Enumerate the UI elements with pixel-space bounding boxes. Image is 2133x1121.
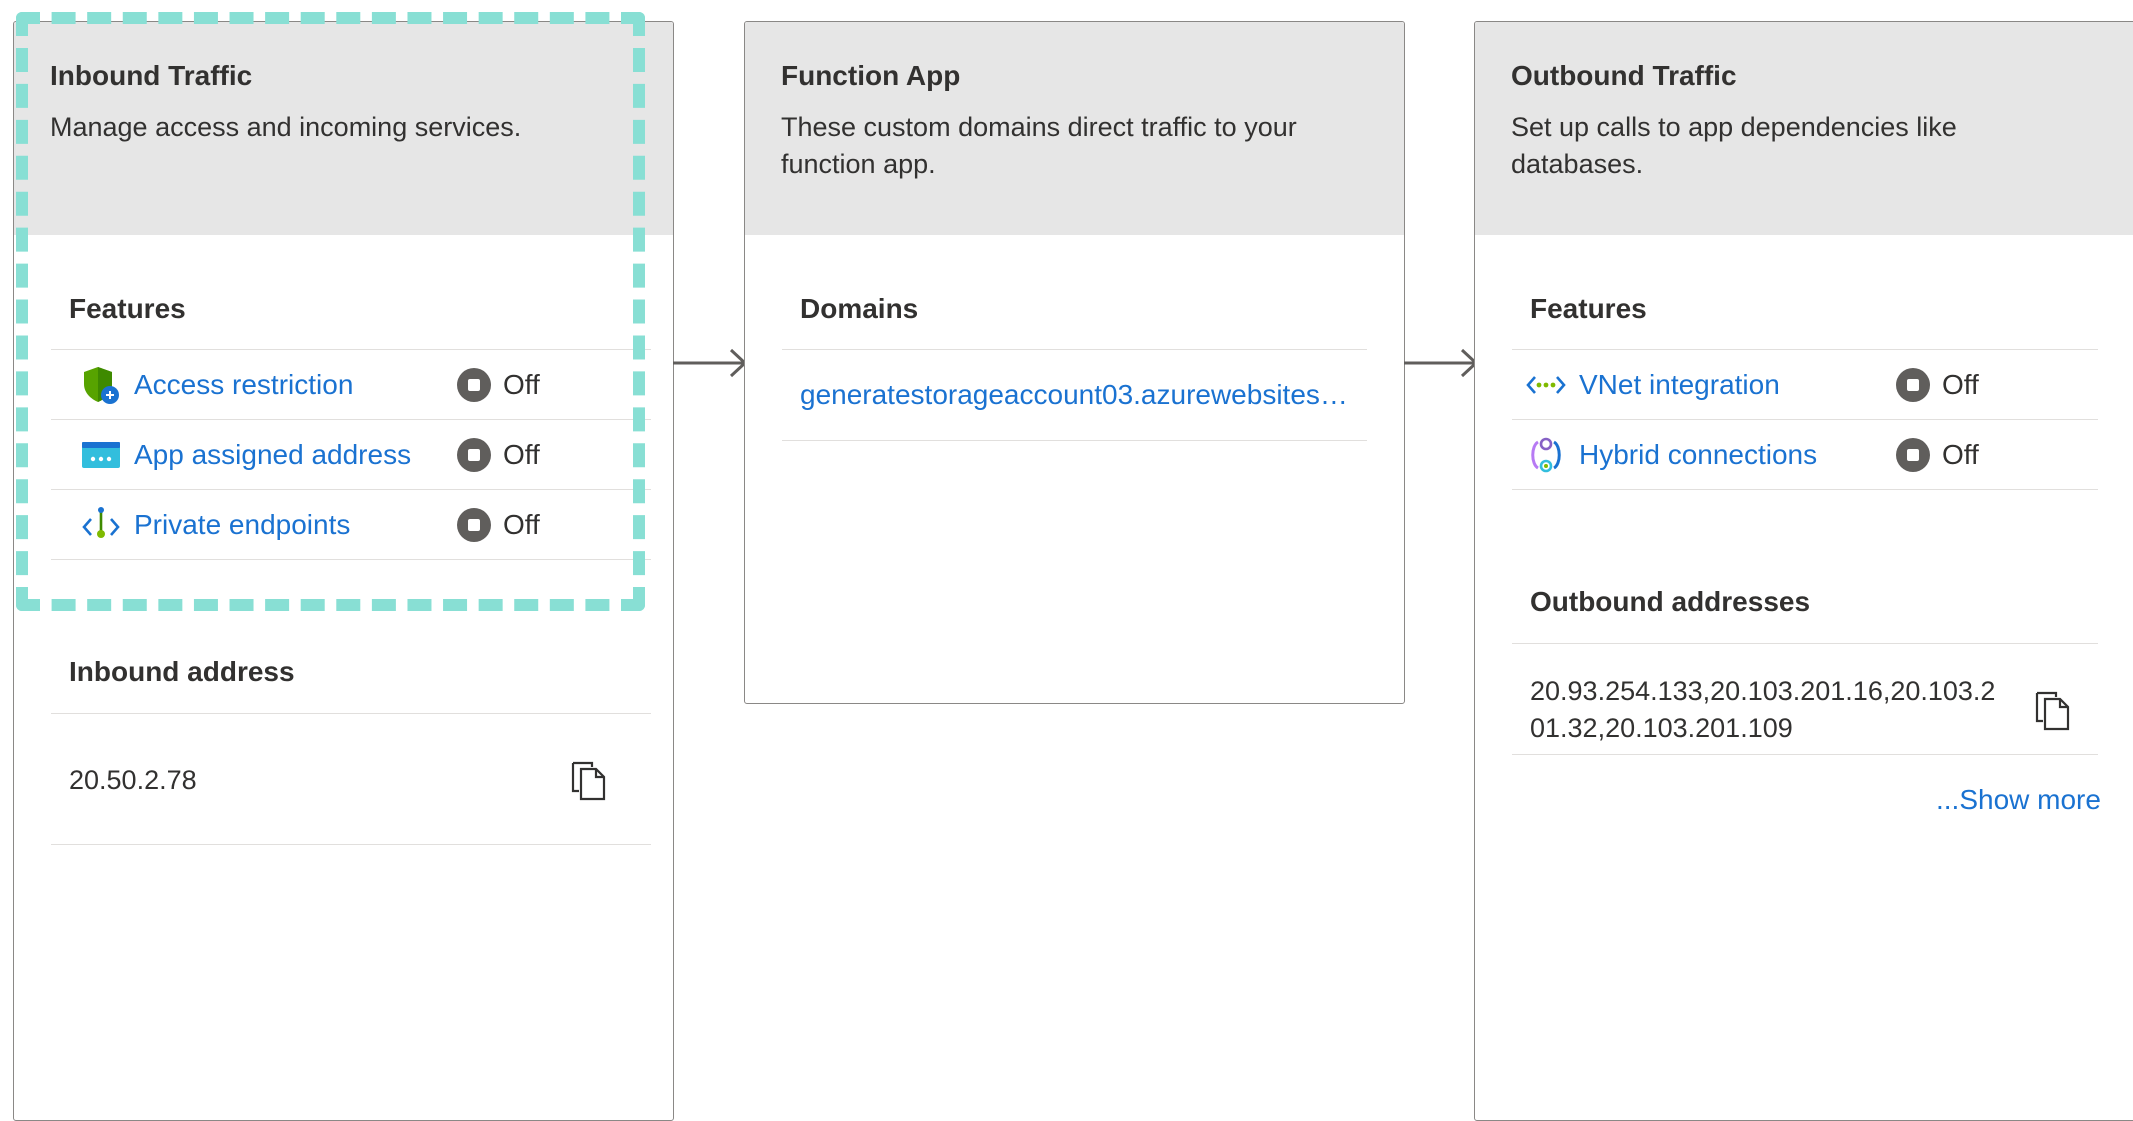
status-text: Off [1942,438,1979,470]
private-endpoints-link[interactable]: Private endpoints [134,509,350,541]
hybrid-connections-link[interactable]: Hybrid connections [1579,439,1817,471]
function-app-title: Function App [781,60,961,91]
domain-row[interactable]: generatestorageaccount03.azurewebsites… [782,350,1367,441]
copy-inbound-address-button[interactable] [569,759,611,801]
feature-row-app-assigned-address[interactable]: App assigned address Off [51,420,651,490]
status-off-icon [457,367,491,402]
outbound-card-header: Outbound Traffic Set up calls to app dep… [1475,22,2133,235]
hybrid-connection-icon [1526,435,1566,475]
access-restriction-link[interactable]: Access restriction [134,369,353,401]
flow-arrow-right-icon [1404,348,1479,378]
show-more-link[interactable]: ...Show more [1936,784,2101,816]
app-assigned-address-link[interactable]: App assigned address [134,439,411,471]
outbound-description-line1: Set up calls to app dependencies like [1511,112,1957,142]
divider [1512,754,2098,755]
feature-row-hybrid-connections[interactable]: Hybrid connections Off [1512,420,2098,490]
private-endpoints-status: Off [457,507,540,542]
app-assigned-address-status: Off [457,437,540,472]
outbound-description: Set up calls to app dependencies like da… [1511,109,2133,183]
vnet-integration-status: Off [1896,367,1979,402]
function-app-description-line2: function app. [781,149,936,179]
inbound-title: Inbound Traffic [50,60,253,91]
feature-row-vnet-integration[interactable]: VNet integration Off [1512,350,2098,420]
outbound-description-line2: databases. [1511,149,1644,179]
divider [1512,643,2098,644]
status-text: Off [503,508,540,540]
status-off-icon [457,507,491,542]
outbound-addresses-line2: 01.32,20.103.201.109 [1530,713,1793,743]
inbound-address-value: 20.50.2.78 [69,765,197,795]
status-text: Off [503,368,540,400]
function-app-card-header: Function App These custom domains direct… [745,22,1404,235]
outbound-addresses-value: 20.93.254.133,20.103.201.16,20.103.2 01.… [1530,673,1995,747]
status-text: Off [503,438,540,470]
outbound-addresses-title: Outbound addresses [1530,586,1811,617]
access-restriction-status: Off [457,367,540,402]
inbound-traffic-card: Inbound Traffic Manage access and incomi… [13,21,674,1121]
hybrid-connections-status: Off [1896,437,1979,472]
outbound-features-title: Features [1530,293,1647,324]
function-app-card: Function App These custom domains direct… [744,21,1405,704]
outbound-title: Outbound Traffic [1511,60,1737,91]
domains-title: Domains [800,293,919,324]
function-app-description-line1: These custom domains direct traffic to y… [781,112,1297,142]
feature-row-access-restriction[interactable]: Access restriction Off [51,350,651,420]
outbound-traffic-card: Outbound Traffic Set up calls to app dep… [1474,21,2133,1121]
status-text: Off [1942,368,1979,400]
copy-icon [571,761,606,801]
copy-outbound-addresses-button[interactable] [2033,689,2075,731]
divider [51,844,651,845]
vnet-icon [1526,365,1566,405]
status-off-icon [457,437,491,472]
inbound-description: Manage access and incoming services. [50,112,522,142]
shield-icon [81,365,121,405]
feature-row-private-endpoints[interactable]: Private endpoints Off [51,490,651,560]
divider [51,713,651,714]
inbound-features-title: Features [69,293,186,324]
inbound-address-title: Inbound address [69,656,295,687]
flow-arrow-right-icon [673,348,748,378]
address-icon [81,435,121,475]
vnet-integration-link[interactable]: VNet integration [1579,369,1780,401]
inbound-card-header: Inbound Traffic Manage access and incomi… [14,22,673,235]
domain-link[interactable]: generatestorageaccount03.azurewebsites… [800,379,1350,411]
outbound-addresses-line1: 20.93.254.133,20.103.201.16,20.103.2 [1530,676,1996,706]
status-off-icon [1896,437,1930,472]
private-endpoint-icon [81,505,121,545]
copy-icon [2035,691,2070,731]
function-app-description: These custom domains direct traffic to y… [781,109,1368,183]
status-off-icon [1896,367,1930,402]
